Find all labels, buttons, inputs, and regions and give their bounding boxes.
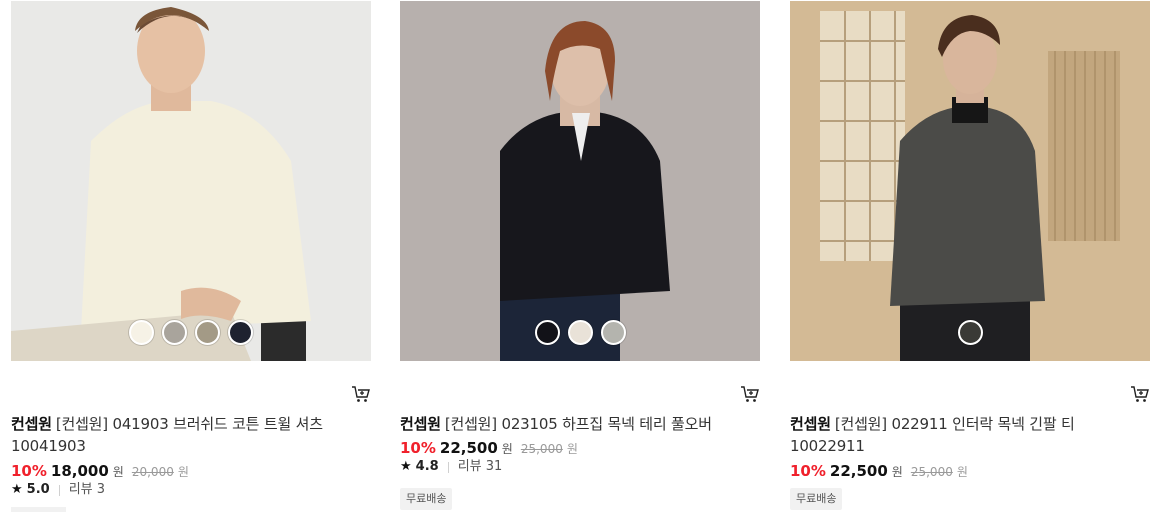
price-unit: 원 [891, 465, 903, 479]
product-name: [컨셉원] 041903 브러쉬드 코튼 트윌 셔츠 10041903 [11, 415, 323, 455]
cart-icon[interactable] [740, 384, 760, 404]
color-swatch[interactable] [195, 320, 220, 345]
color-swatch[interactable] [129, 320, 154, 345]
color-swatch[interactable] [600, 320, 626, 345]
color-swatch[interactable] [534, 320, 560, 345]
price-unit: 원 [112, 465, 124, 479]
cart-icon[interactable] [1130, 384, 1150, 404]
original-price-unit: 원 [566, 442, 578, 456]
color-swatch[interactable] [228, 320, 253, 345]
original-price: 25,000 [520, 442, 563, 456]
product-card[interactable]: 컨셉원 [컨셉원] 023105 하프집 목넥 테리 풀오버 10% 22,500… [400, 0, 760, 512]
original-price: 25,000 [910, 465, 953, 479]
price-row: 10% 22,500 원 25,000 원 [400, 438, 578, 459]
rating-score: 4.8 [415, 459, 439, 474]
rating-row: ★ 4.8 리뷰 31 [400, 459, 502, 475]
sale-price: 22,500 [829, 462, 888, 480]
product-card[interactable]: 컨셉원 [컨셉원] 041903 브러쉬드 코튼 트윌 셔츠 10041903 1… [11, 0, 371, 512]
sale-price: 18,000 [50, 462, 109, 480]
color-swatches [400, 320, 760, 345]
original-price: 20,000 [131, 465, 174, 479]
product-title[interactable]: 컨셉원 [컨셉원] 022911 인터락 목넥 긴팔 티 10022911 [790, 413, 1130, 457]
cart-icon[interactable] [351, 384, 371, 404]
color-swatch[interactable] [957, 320, 983, 345]
brand-name: 컨셉원 [11, 415, 52, 433]
product-image[interactable] [400, 1, 760, 361]
product-image[interactable] [790, 1, 1150, 361]
review-count: 리뷰 31 [457, 459, 503, 474]
review-count: 리뷰 3 [68, 482, 106, 497]
star-icon: ★ [11, 482, 23, 497]
badge-partial [11, 507, 66, 512]
color-swatches [790, 320, 1150, 345]
brand-name: 컨셉원 [790, 415, 831, 433]
product-title[interactable]: 컨셉원 [컨셉원] 023105 하프집 목넥 테리 풀오버 [400, 413, 740, 435]
product-name: [컨셉원] 023105 하프집 목넥 테리 풀오버 [444, 415, 712, 433]
brand-name: 컨셉원 [400, 415, 441, 433]
product-card[interactable]: 컨셉원 [컨셉원] 022911 인터락 목넥 긴팔 티 10022911 10%… [790, 0, 1150, 512]
color-swatch[interactable] [567, 320, 593, 345]
price-row: 10% 18,000 원 20,000 원 [11, 461, 189, 482]
divider [447, 461, 449, 473]
product-title[interactable]: 컨셉원 [컨셉원] 041903 브러쉬드 코튼 트윌 셔츠 10041903 [11, 413, 351, 457]
discount-rate: 10% [11, 462, 47, 480]
rating-row: ★ 5.0 리뷰 3 [11, 482, 105, 498]
price-unit: 원 [501, 442, 513, 456]
free-shipping-badge: 무료배송 [400, 488, 453, 510]
free-shipping-badge: 무료배송 [790, 488, 843, 510]
discount-rate: 10% [790, 462, 826, 480]
color-swatch[interactable] [162, 320, 187, 345]
sale-price: 22,500 [439, 439, 498, 457]
price-row: 10% 22,500 원 25,000 원 [790, 461, 968, 482]
product-image[interactable] [11, 1, 371, 361]
product-name: [컨셉원] 022911 인터락 목넥 긴팔 티 10022911 [790, 415, 1075, 455]
original-price-unit: 원 [956, 465, 968, 479]
discount-rate: 10% [400, 439, 436, 457]
divider [58, 484, 60, 496]
color-swatches [11, 320, 371, 345]
original-price-unit: 원 [177, 465, 189, 479]
star-icon: ★ [400, 459, 412, 474]
rating-score: 5.0 [26, 482, 50, 497]
